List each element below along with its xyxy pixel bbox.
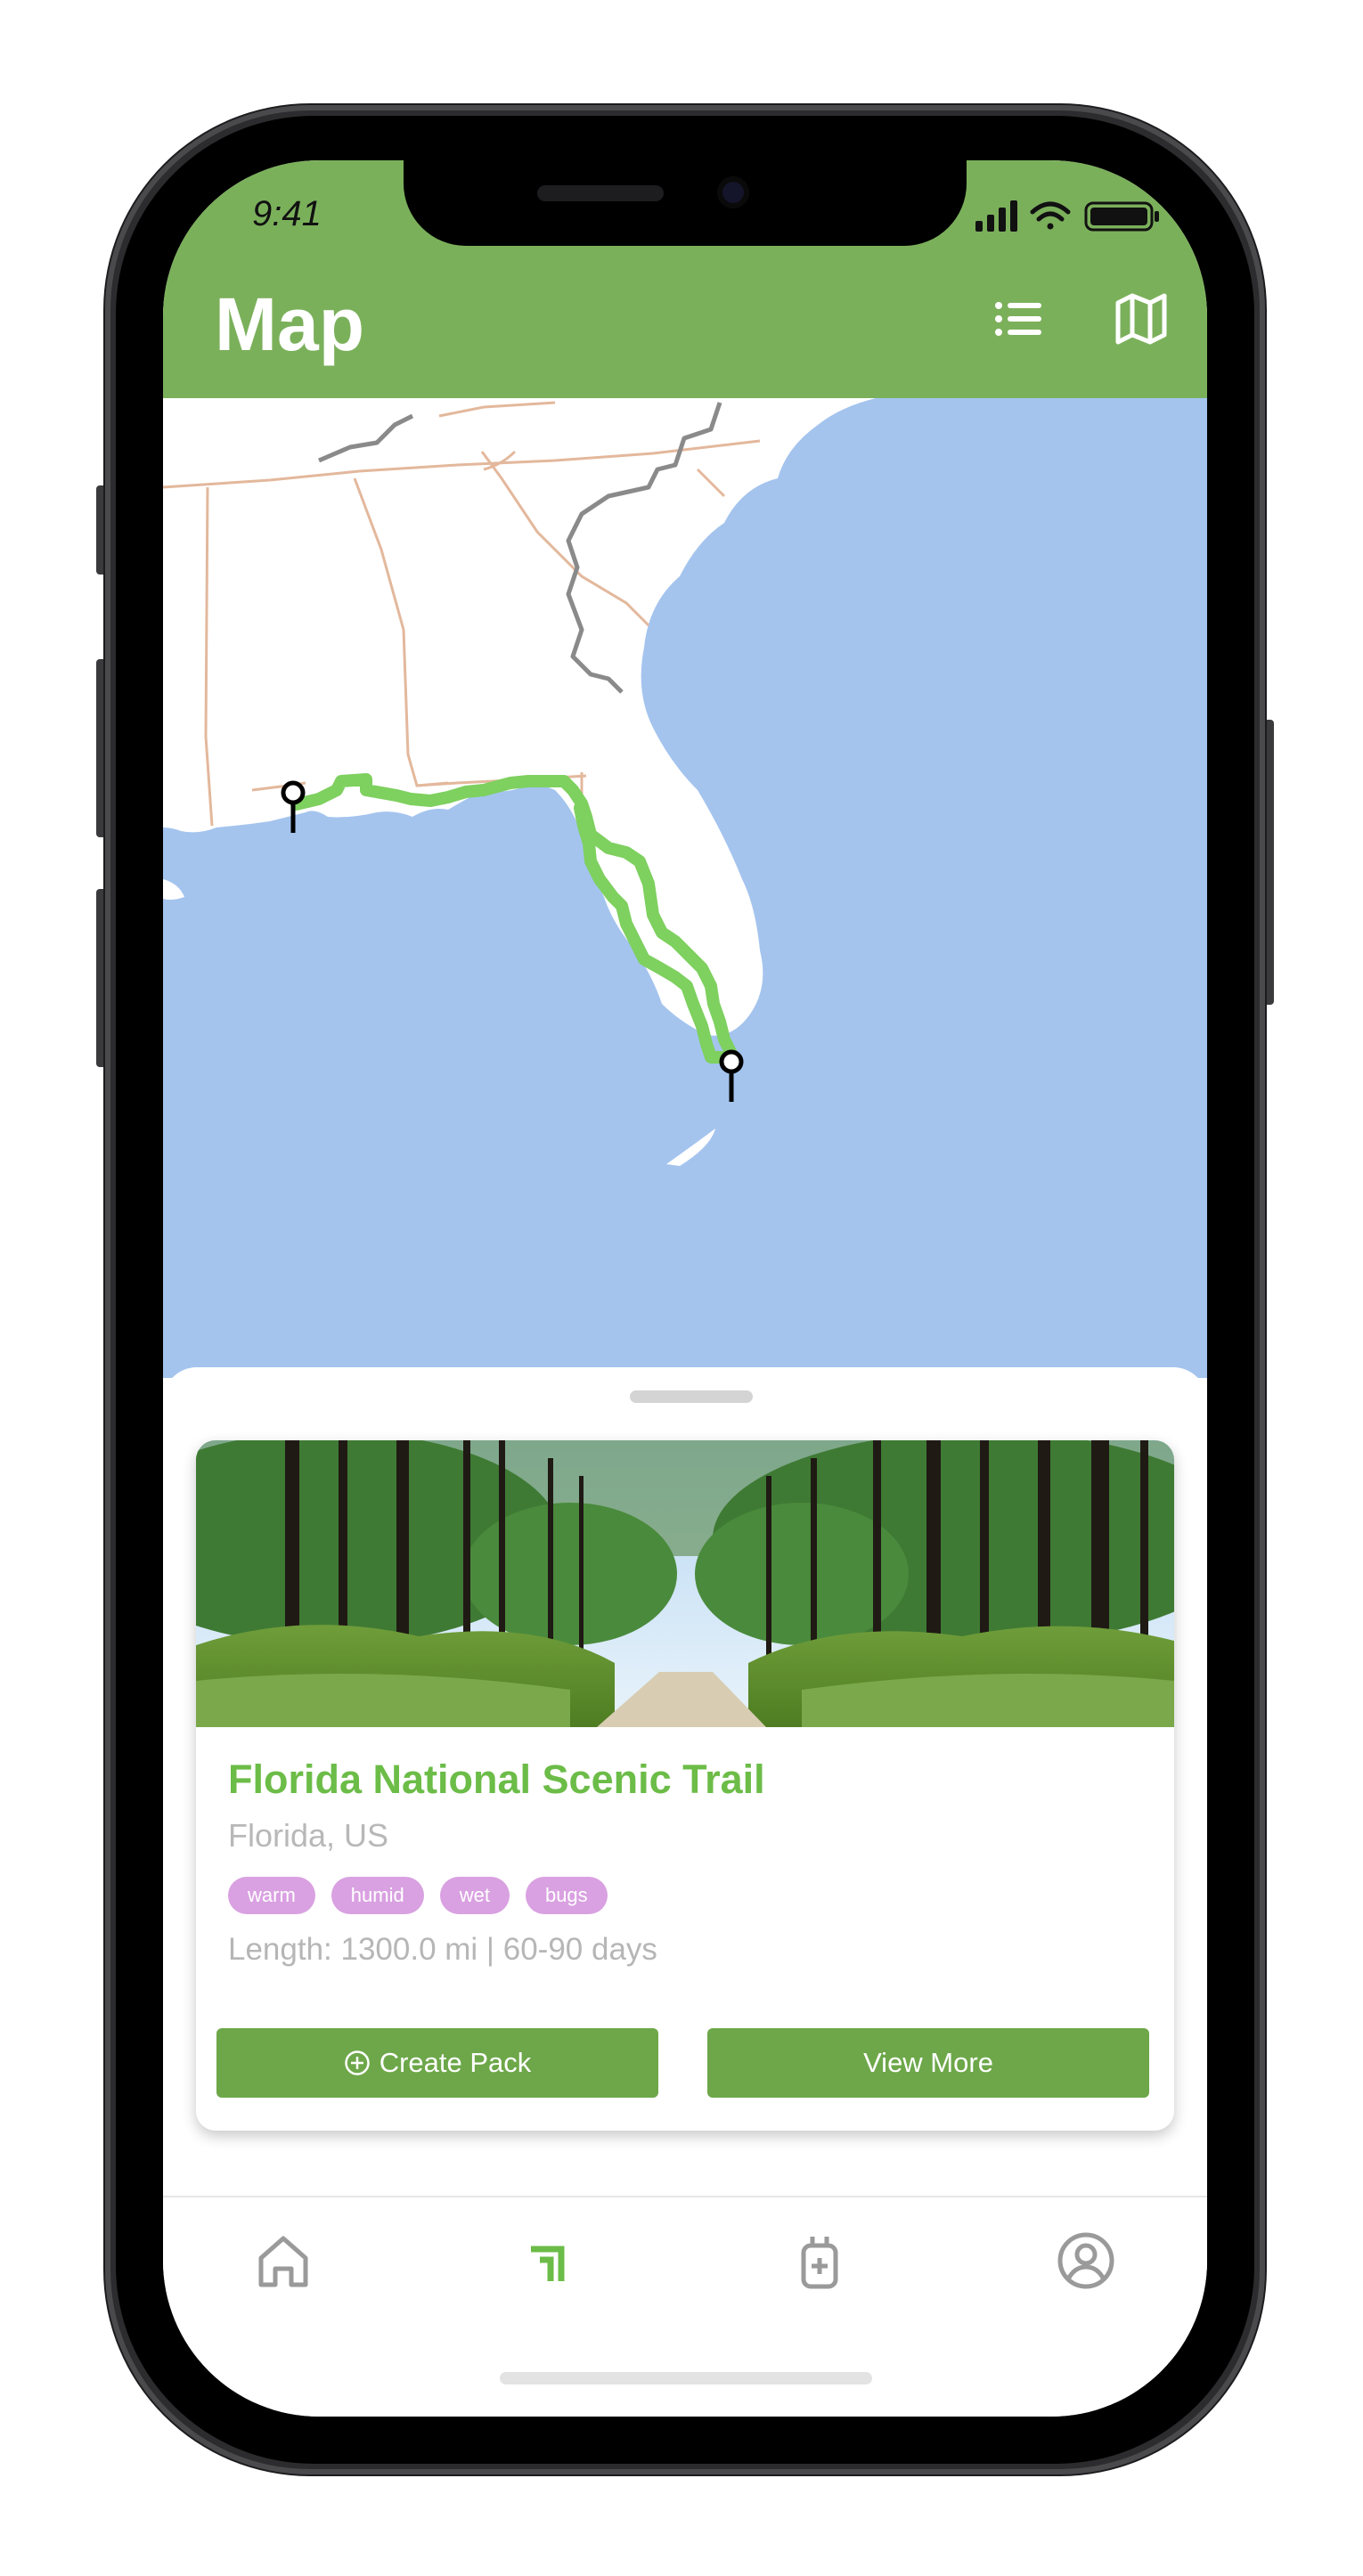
- create-pack-button[interactable]: Create Pack: [216, 2028, 658, 2098]
- notch: [404, 160, 967, 246]
- view-more-label: View More: [863, 2047, 993, 2078]
- create-pack-label: Create Pack: [379, 2047, 532, 2078]
- tag-bugs: bugs: [525, 1877, 608, 1914]
- trail-tags: warm humid wet bugs: [228, 1877, 608, 1914]
- earpiece-speaker: [537, 185, 664, 201]
- trail-location: Florida, US: [228, 1817, 389, 1854]
- trail-photo: [196, 1440, 1174, 1727]
- sheet-drag-handle[interactable]: [630, 1390, 753, 1403]
- home-icon[interactable]: [252, 2230, 314, 2292]
- profile-icon[interactable]: [1055, 2230, 1117, 2292]
- status-icons: [975, 200, 1159, 232]
- bottom-sheet: Florida National Scenic Trail Florida, U…: [163, 1367, 1207, 2196]
- tab-bar: [163, 2196, 1207, 2417]
- tag-wet: wet: [439, 1877, 510, 1914]
- list-icon[interactable]: [990, 290, 1047, 347]
- battery-icon: [1084, 201, 1159, 232]
- trail-card[interactable]: Florida National Scenic Trail Florida, U…: [196, 1440, 1174, 2131]
- view-more-button[interactable]: View More: [707, 2028, 1149, 2098]
- plus-circle-icon: [344, 2050, 370, 2075]
- tag-humid: humid: [331, 1877, 424, 1914]
- status-time: 9:41: [252, 194, 322, 233]
- wifi-icon: [1030, 201, 1071, 230]
- trail-length: Length: 1300.0 mi | 60-90 days: [228, 1932, 657, 1967]
- trail-icon[interactable]: [517, 2230, 579, 2292]
- phone-screen: 9:41 Map Florida National Scenic Trail F…: [163, 160, 1207, 2417]
- map-icon[interactable]: [1113, 290, 1170, 347]
- tag-warm: warm: [228, 1877, 315, 1914]
- page-title: Map: [215, 282, 364, 366]
- front-camera: [717, 176, 749, 208]
- trail-map[interactable]: [163, 398, 1207, 1378]
- trail-name: Florida National Scenic Trail: [228, 1757, 765, 1802]
- signal-icon: [975, 200, 1017, 232]
- home-indicator[interactable]: [500, 2372, 872, 2384]
- backpack-icon[interactable]: [788, 2230, 851, 2292]
